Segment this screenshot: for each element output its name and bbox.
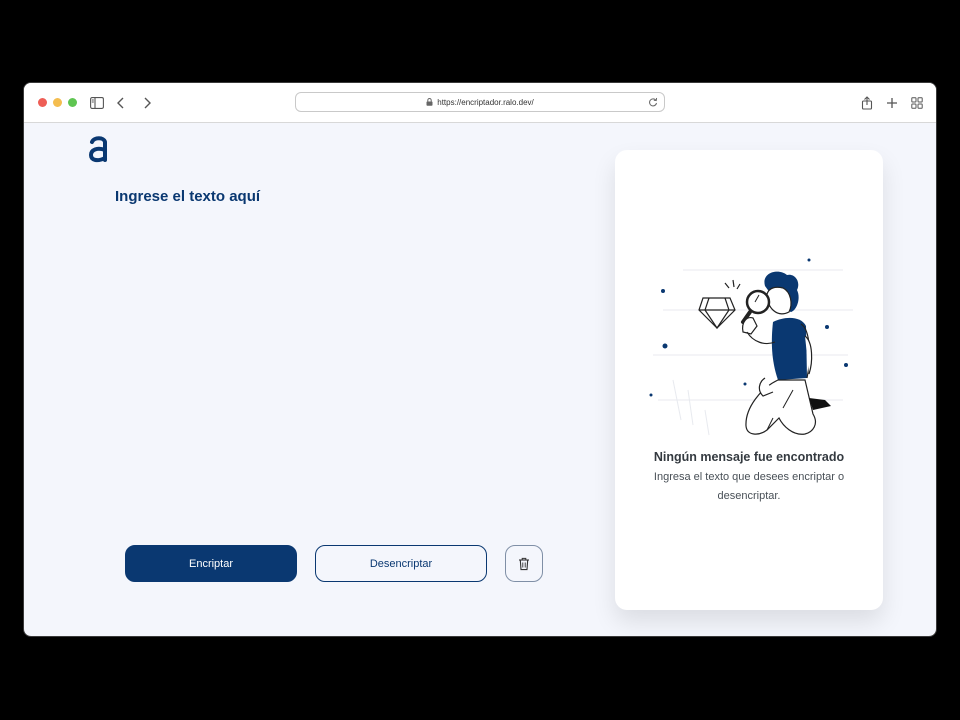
page-content: Ingrese el texto aquí Encriptar Desencri… (24, 123, 936, 636)
minimize-window-button[interactable] (53, 98, 62, 107)
browser-toolbar: https://encriptador.ralo.dev/ (24, 83, 936, 123)
alura-logo (88, 136, 107, 163)
empty-state-description: Ingresa el texto que desees encriptar o … (653, 471, 845, 502)
close-window-button[interactable] (38, 98, 47, 107)
browser-window: https://encriptador.ralo.dev/ Ingrese el… (23, 82, 937, 637)
clear-button[interactable] (505, 545, 543, 582)
share-icon[interactable] (858, 94, 876, 112)
sidebar-icon[interactable] (88, 94, 106, 112)
tab-overview-icon[interactable] (908, 94, 926, 112)
text-input-label: Ingrese el texto aquí (115, 188, 261, 205)
text-input[interactable] (115, 215, 569, 539)
empty-state-title: Ningún mensaje fue encontrado (653, 450, 845, 464)
lock-icon (426, 98, 433, 106)
zoom-window-button[interactable] (68, 98, 77, 107)
decrypt-button[interactable]: Desencriptar (315, 545, 487, 582)
plus-icon[interactable] (883, 94, 901, 112)
address-bar[interactable]: https://encriptador.ralo.dev/ (295, 92, 665, 112)
result-panel: Ningún mensaje fue encontrado Ingresa el… (615, 150, 883, 610)
person-with-magnifier-illustration (649, 258, 853, 436)
trash-icon (519, 557, 529, 570)
url-text: https://encriptador.ralo.dev/ (437, 97, 534, 107)
encrypt-button[interactable]: Encriptar (125, 545, 297, 582)
chevron-right-icon[interactable] (138, 94, 156, 112)
reload-icon[interactable] (648, 97, 658, 107)
chevron-left-icon[interactable] (112, 94, 130, 112)
